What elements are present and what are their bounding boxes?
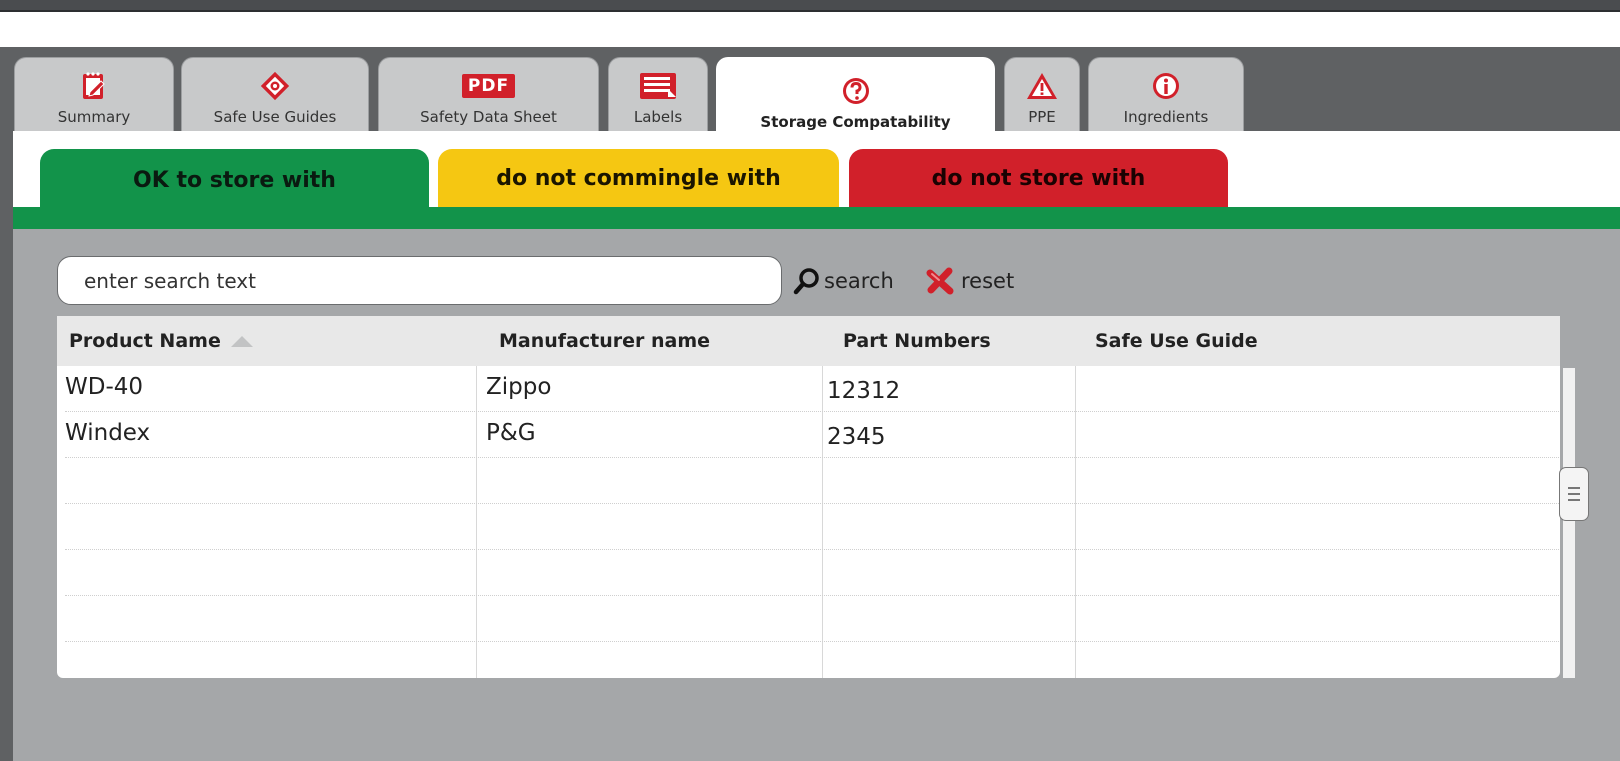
close-icon: [925, 266, 955, 296]
info-circle-icon: [1150, 68, 1182, 104]
grip-line: [1568, 493, 1580, 495]
table-row-empty: [65, 550, 1560, 596]
search-icon: [792, 266, 822, 296]
cell-part-number: 2345: [827, 424, 886, 450]
table-row-empty: [65, 458, 1560, 504]
tab-label: Storage Compatability: [760, 113, 951, 131]
tab-label: Labels: [633, 108, 683, 126]
cell-part-number: 12312: [827, 378, 901, 404]
column-header-label: Product Name: [69, 330, 221, 352]
table-row-empty: [65, 504, 1560, 550]
scrollbar-track[interactable]: [1563, 368, 1575, 678]
grip-line: [1568, 487, 1580, 489]
tab-ok-to-store-with[interactable]: OK to store with: [40, 149, 429, 211]
tab-ingredients[interactable]: Ingredients: [1088, 57, 1244, 132]
cell-manufacturer: P&G: [486, 420, 536, 446]
column-header-manufacturer-name[interactable]: Manufacturer name: [499, 316, 710, 366]
tab-label: Safe Use Guides: [213, 108, 337, 126]
column-header-product-name[interactable]: Product Name: [69, 316, 253, 366]
search-input[interactable]: [57, 256, 782, 305]
tab-label: Summary: [57, 108, 131, 126]
search-label: search: [824, 269, 894, 293]
search-button[interactable]: search: [792, 266, 894, 296]
label-sheet-icon: [638, 68, 678, 104]
grid-header: Product Name Manufacturer name Part Numb…: [57, 316, 1560, 366]
reset-label: reset: [961, 269, 1015, 293]
cell-manufacturer: Zippo: [486, 374, 552, 400]
reset-button[interactable]: reset: [925, 266, 1014, 296]
window-top-bar: [0, 0, 1620, 12]
sort-ascending-icon: [230, 335, 253, 347]
column-header-safe-use-guide[interactable]: Safe Use Guide: [1095, 316, 1258, 366]
tab-safety-data-sheet[interactable]: PDF Safety Data Sheet: [378, 57, 599, 132]
table-row-empty: [65, 596, 1560, 642]
tab-safe-use-guides[interactable]: Safe Use Guides: [181, 57, 369, 132]
tab-ppe[interactable]: PPE: [1004, 57, 1080, 132]
pdf-icon: PDF: [461, 68, 516, 104]
tab-ok-label: OK to store with: [133, 167, 336, 193]
grip-line: [1568, 499, 1580, 501]
product-grid: Product Name Manufacturer name Part Numb…: [57, 316, 1560, 678]
table-row[interactable]: WD-40 Zippo 12312: [65, 366, 1560, 412]
column-header-part-numbers[interactable]: Part Numbers: [843, 316, 991, 366]
tab-do-not-store-with[interactable]: do not store with: [849, 149, 1228, 207]
cell-product-name: WD-40: [65, 374, 144, 400]
pdf-icon-text: PDF: [461, 74, 516, 98]
column-header-label: Safe Use Guide: [1095, 330, 1258, 352]
tab-summary[interactable]: Summary: [14, 57, 174, 132]
notepad-icon: [80, 68, 108, 104]
warning-triangle-icon: [1026, 68, 1058, 104]
column-header-label: Manufacturer name: [499, 330, 711, 352]
column-header-label: Part Numbers: [843, 330, 991, 352]
tab-no-store-label: do not store with: [931, 165, 1146, 191]
tab-do-not-commingle-with[interactable]: do not commingle with: [438, 149, 839, 207]
tab-label: Ingredients: [1123, 108, 1209, 126]
cell-product-name: Windex: [65, 420, 151, 446]
tab-labels[interactable]: Labels: [608, 57, 708, 132]
tab-label: Safety Data Sheet: [420, 108, 557, 126]
grid-body: WD-40 Zippo 12312 Windex P&G 2345: [57, 366, 1560, 678]
question-circle-icon: [840, 73, 872, 109]
table-row[interactable]: Windex P&G 2345: [65, 412, 1560, 458]
hazard-diamond-icon: [259, 68, 291, 104]
tab-no-commingle-label: do not commingle with: [496, 165, 781, 191]
tab-storage-compatability[interactable]: Storage Compatability: [716, 57, 995, 137]
tab-label: PPE: [1028, 108, 1056, 126]
scrollbar-thumb[interactable]: [1559, 467, 1589, 521]
